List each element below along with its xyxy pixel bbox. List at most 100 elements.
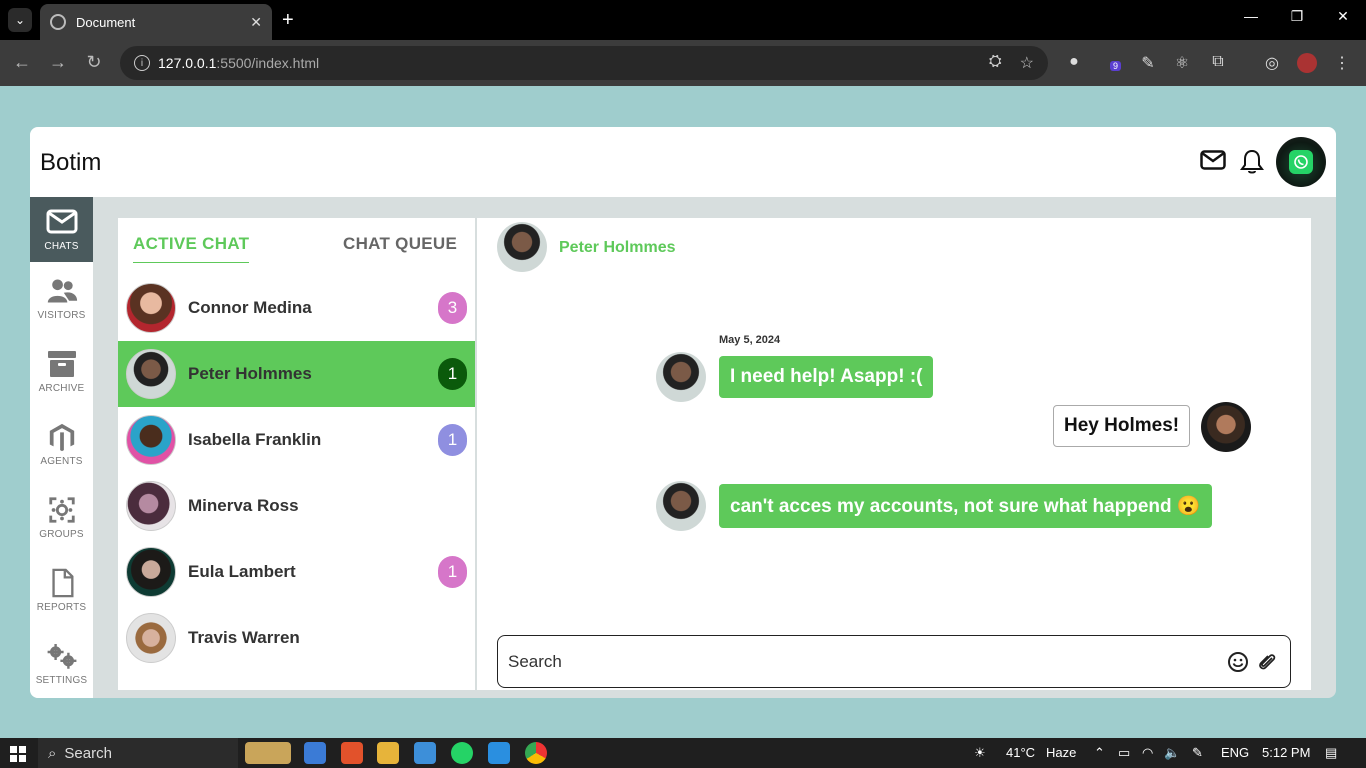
- menu-kebab-icon[interactable]: ⋮: [1332, 53, 1352, 73]
- chat-list-item[interactable]: Isabella Franklin 1: [118, 407, 475, 473]
- contact-avatar: [497, 222, 547, 272]
- search-highlight-icon[interactable]: [245, 742, 291, 764]
- clock[interactable]: 5:12 PM: [1262, 745, 1310, 760]
- language-indicator[interactable]: ENG: [1221, 745, 1249, 760]
- user-avatar[interactable]: [1276, 137, 1326, 187]
- restore-button[interactable]: ❐: [1285, 8, 1309, 25]
- outgoing-message: Hey Holmes!: [1053, 405, 1191, 447]
- contact-avatar: [656, 481, 706, 531]
- volume-icon[interactable]: 🔈: [1164, 745, 1180, 761]
- weather-desc: Haze: [1046, 745, 1077, 760]
- reload-button[interactable]: ↻: [82, 52, 106, 73]
- browser-titlebar: ⌄ Document ✕ + — ❐ ✕: [0, 0, 1366, 40]
- extensions-puzzle-icon[interactable]: ⧉: [1208, 53, 1228, 73]
- tab-chat-queue[interactable]: CHAT QUEUE: [343, 234, 457, 254]
- chat-name: Connor Medina: [188, 298, 312, 317]
- sidebar-label: REPORTS: [36, 602, 87, 613]
- extension-badge-icon[interactable]: 9: [1102, 53, 1122, 73]
- brave-icon[interactable]: [341, 742, 363, 764]
- browser-toolbar: ← → ↻ i 127.0.0.1:5500/index.html ⛭ ☆ ● …: [0, 40, 1366, 86]
- battery-icon[interactable]: ▭: [1118, 745, 1130, 761]
- chrome-icon[interactable]: [525, 742, 547, 764]
- react-devtools-icon[interactable]: ⚛: [1172, 53, 1192, 73]
- avatar: [126, 613, 176, 663]
- windows-start-icon[interactable]: [10, 746, 26, 762]
- avatar: [126, 349, 176, 399]
- back-button[interactable]: ←: [10, 52, 34, 73]
- pen-icon[interactable]: ✎: [1192, 745, 1203, 761]
- chat-list-item[interactable]: Travis Warren: [118, 605, 475, 671]
- sidebar-item-reports[interactable]: REPORTS: [30, 558, 93, 623]
- incoming-message: can't acces my accounts, not sure what h…: [719, 484, 1212, 528]
- sidebar-item-agents[interactable]: AGENTS: [30, 412, 93, 477]
- unread-badge: 1: [438, 556, 467, 588]
- whatsapp-icon: [1289, 150, 1313, 174]
- document-icon: [51, 568, 73, 598]
- bookmark-star-icon[interactable]: ☆: [1020, 53, 1034, 73]
- forward-button[interactable]: →: [46, 52, 70, 73]
- sidebar-item-chats[interactable]: CHATS: [30, 197, 93, 262]
- incoming-message: I need help! Asapp! :(: [719, 356, 934, 398]
- whatsapp-icon[interactable]: [451, 742, 473, 764]
- sidebar-item-visitors[interactable]: VISITORS: [30, 266, 93, 331]
- chat-list-item[interactable]: Minerva Ross: [118, 473, 475, 539]
- message-date: May 5, 2024: [719, 334, 781, 346]
- tab-search-button[interactable]: ⌄: [8, 8, 32, 32]
- browser-tab[interactable]: Document ✕: [40, 4, 272, 40]
- app-window: Botim CHATS VISITORS ARCHIVE AGENTS GROU…: [30, 127, 1336, 698]
- avatar: [126, 283, 176, 333]
- emoji-icon[interactable]: [1227, 651, 1249, 673]
- search-icon: ⌕: [48, 744, 57, 762]
- file-explorer-icon[interactable]: [377, 742, 399, 764]
- address-bar[interactable]: i 127.0.0.1:5500/index.html ⛭ ☆: [120, 46, 1048, 80]
- chat-list-item[interactable]: Eula Lambert 1: [118, 539, 475, 605]
- sidebar-label: VISITORS: [37, 310, 86, 321]
- eyedropper-icon[interactable]: ✎: [1138, 53, 1158, 73]
- performance-icon[interactable]: ◎: [1262, 53, 1282, 73]
- minimize-button[interactable]: —: [1239, 8, 1263, 24]
- chat-list-item[interactable]: Connor Medina 3: [118, 275, 475, 341]
- chat-list-panel: ACTIVE CHAT CHAT QUEUE Connor Medina 3 P…: [118, 218, 475, 690]
- sidebar-label: ARCHIVE: [38, 383, 85, 394]
- close-window-button[interactable]: ✕: [1331, 8, 1355, 25]
- paperclip-icon[interactable]: [1256, 651, 1278, 673]
- keyboard-app-icon[interactable]: [414, 742, 436, 764]
- wifi-icon[interactable]: ◠: [1142, 745, 1153, 761]
- translate-icon[interactable]: ⛭: [989, 53, 1002, 73]
- new-tab-button[interactable]: +: [282, 8, 294, 32]
- bell-icon[interactable]: [1240, 149, 1264, 175]
- mail-icon[interactable]: [1200, 150, 1226, 170]
- unread-badge: 1: [438, 358, 467, 390]
- sidebar-item-settings[interactable]: SETTINGS: [30, 631, 93, 696]
- sidebar-label: AGENTS: [40, 456, 83, 467]
- message-input[interactable]: [508, 648, 1208, 676]
- sidebar-item-groups[interactable]: GROUPS: [30, 485, 93, 550]
- sidebar-item-archive[interactable]: ARCHIVE: [30, 339, 93, 404]
- magento-icon: [49, 423, 74, 452]
- contact-name: Peter Holmmes: [559, 239, 676, 256]
- gears-icon: [47, 644, 76, 669]
- taskbar-search-label: Search: [64, 744, 112, 762]
- windows-taskbar: ⌕ Search ☀ 41°C Haze ⌃ ▭ ◠ 🔈 ✎ ENG 5:12 …: [0, 738, 1366, 768]
- groups-icon: [48, 497, 75, 523]
- contact-avatar: [656, 352, 706, 402]
- agent-avatar: [1201, 402, 1251, 452]
- tab-close-icon[interactable]: ✕: [250, 14, 262, 31]
- tab-active-chat[interactable]: ACTIVE CHAT: [133, 234, 250, 263]
- chat-name: Peter Holmmes: [188, 364, 312, 383]
- avatar: [126, 415, 176, 465]
- store-icon[interactable]: [304, 742, 326, 764]
- tab-title: Document: [76, 14, 136, 30]
- notifications-icon[interactable]: ▤: [1325, 745, 1337, 761]
- users-icon: [47, 279, 77, 303]
- extension-badge: 9: [1110, 61, 1122, 71]
- chevron-up-icon[interactable]: ⌃: [1094, 745, 1105, 761]
- weather-icon[interactable]: ☀: [974, 745, 986, 761]
- vscode-icon[interactable]: [488, 742, 510, 764]
- unread-badge: 1: [438, 424, 467, 456]
- taskbar-search[interactable]: ⌕ Search: [38, 738, 238, 768]
- chat-list-item[interactable]: Peter Holmmes 1: [118, 341, 475, 407]
- extension-icon[interactable]: ●: [1064, 53, 1084, 73]
- profile-avatar[interactable]: [1297, 53, 1317, 73]
- site-info-icon[interactable]: i: [134, 55, 150, 71]
